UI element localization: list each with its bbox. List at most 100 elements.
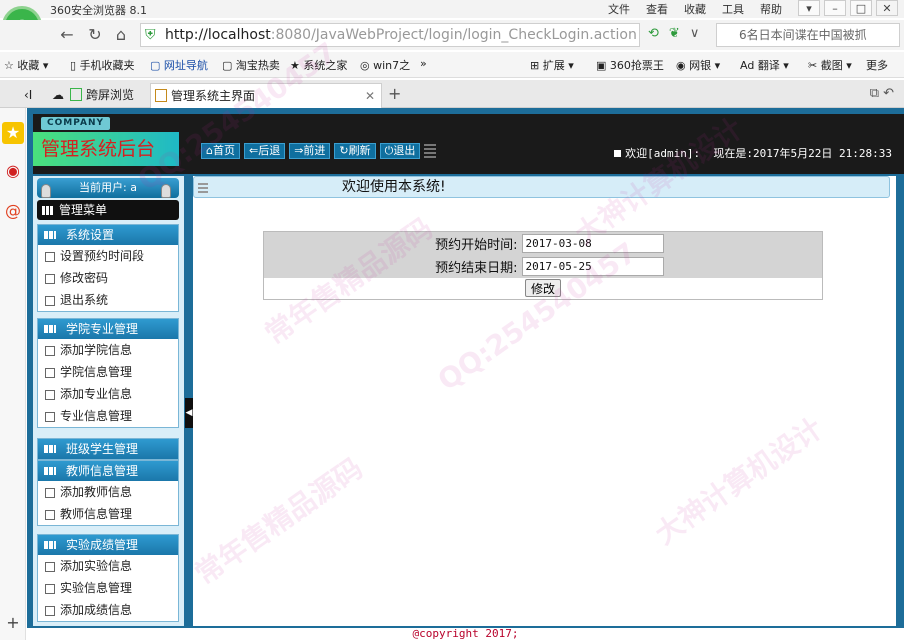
tab-restore-icon[interactable]: ⧉ ↶	[870, 86, 894, 101]
close-button[interactable]: ✕	[876, 0, 898, 16]
reservation-form: 预约开始时间: 预约结束日期: 修改	[263, 231, 823, 300]
pin-icon	[161, 184, 171, 198]
chevron-down-icon[interactable]: ∨	[690, 26, 700, 41]
phone-icon	[70, 88, 82, 101]
url-input[interactable]: ⛨ http://localhost:8080/JavaWebProject/l…	[140, 23, 640, 47]
fav-win7-item[interactable]: ◎ win7之	[360, 57, 410, 73]
menu-group-header[interactable]: 学院专业管理	[38, 319, 178, 339]
home-nav-button[interactable]: ⌂首页	[201, 143, 240, 159]
footer-copyright: @copyright 2017;	[27, 626, 904, 640]
logout-nav-button[interactable]: ⏻退出	[379, 143, 421, 159]
tab-close-icon[interactable]: ✕	[365, 84, 375, 108]
admin-page: COMPANY 管理系统后台 ⌂首页 ⇐后退 ⇒前进 ↻刷新 ⏻退出 欢迎[ad…	[27, 108, 904, 640]
reload-icon[interactable]: ↻	[84, 24, 106, 46]
menu-group-header[interactable]: 班级学生管理	[38, 439, 178, 459]
translate-label: 翻译	[757, 59, 780, 72]
start-time-input[interactable]	[521, 233, 664, 253]
back-nav-button[interactable]: ⇐后退	[243, 143, 286, 159]
welcome-banner: 欢迎使用本系统!	[193, 176, 890, 198]
menu-item-manage-college[interactable]: 学院信息管理	[38, 361, 178, 383]
forward-nav-button[interactable]: ⇒前进	[289, 143, 331, 159]
menu-group-teacher: 教师信息管理 添加教师信息 教师信息管理	[37, 460, 179, 526]
fav-mobile-item[interactable]: ▯ 手机收藏夹	[70, 57, 135, 73]
search-input-text: 6名日本间谍在中国被抓	[739, 28, 867, 42]
start-time-label: 预约开始时间:	[263, 231, 522, 255]
compat-mode-icon[interactable]: ⟲	[648, 26, 659, 41]
menu-item-manage-experiment[interactable]: 实验信息管理	[38, 577, 178, 599]
shield-icon: ⛨	[145, 27, 156, 43]
url-path: :8080/JavaWebProject/login/login_CheckLo…	[270, 27, 637, 43]
refresh-nav-button[interactable]: ↻刷新	[334, 143, 376, 159]
menu-item-logout[interactable]: 退出系统	[38, 289, 178, 311]
favorites-bar: ☆ 收藏 ▾ ▯ 手机收藏夹 ▢ 网址导航 ▢ 淘宝热卖 ★ 系统之家 ◎ wi…	[0, 52, 904, 78]
menu-group-header[interactable]: 实验成绩管理	[38, 535, 178, 555]
new-tab-button[interactable]: +	[388, 84, 401, 103]
ticket-item[interactable]: ▣ 360抢票王	[596, 57, 664, 73]
menu-group-header[interactable]: 教师信息管理	[38, 461, 178, 481]
home-icon[interactable]: ⌂	[110, 24, 132, 46]
maximize-button[interactable]: □	[850, 0, 872, 16]
home-icon: ⌂	[206, 144, 213, 157]
menu-item-manage-major[interactable]: 专业信息管理	[38, 405, 178, 427]
menu-item-add-teacher[interactable]: 添加教师信息	[38, 481, 178, 503]
add-icon[interactable]: +	[2, 612, 24, 634]
menu-help[interactable]: 帮助	[760, 1, 782, 17]
fav-xitong-label: 系统之家	[303, 59, 348, 72]
menu-group-college: 学院专业管理 添加学院信息 学院信息管理 添加专业信息 专业信息管理	[37, 318, 179, 428]
menu-tools[interactable]: 工具	[722, 1, 744, 17]
tab-main[interactable]: 管理系统主界面 ✕	[150, 83, 382, 108]
fav-xitong-item[interactable]: ★ 系统之家	[290, 57, 347, 73]
menu-favorites[interactable]: 收藏	[684, 1, 706, 17]
screenshot-label: 截图	[820, 59, 843, 72]
leaf-icon[interactable]: ❦	[669, 26, 680, 41]
fav-taobao-label: 淘宝热卖	[235, 59, 280, 72]
menu-item-add-college[interactable]: 添加学院信息	[38, 339, 178, 361]
menu-view[interactable]: 查看	[646, 1, 668, 17]
weibo-icon[interactable]: ◉	[2, 160, 24, 182]
menu-item-manage-teacher[interactable]: 教师信息管理	[38, 503, 178, 525]
sidebar-collapse-handle[interactable]: ◀	[185, 398, 193, 428]
end-date-input[interactable]	[521, 256, 664, 276]
more-item[interactable]: 更多	[866, 57, 888, 73]
search-input[interactable]: 6名日本间谍在中国被抓	[716, 23, 900, 47]
url-host: http://localhost	[165, 27, 271, 43]
extensions-label: 扩展	[542, 59, 565, 72]
welcome-status: 欢迎[admin]: 现在是:2017年5月22日 21:28:33	[614, 145, 892, 161]
page-icon	[155, 89, 167, 102]
browser-titlebar: 360安全浏览器 8.1 文件 查看 收藏 工具 帮助 ▾ – □ ✕	[0, 0, 904, 18]
logout-nav-label: 退出	[393, 144, 416, 157]
address-bar: ← ↻ ⌂ ⛨ http://localhost:8080/JavaWebPro…	[0, 20, 904, 50]
fav-more-item[interactable]: »	[420, 57, 427, 70]
menu-file[interactable]: 文件	[608, 1, 630, 17]
submit-button[interactable]: 修改	[524, 279, 561, 298]
fav-taobao-item[interactable]: ▢ 淘宝热卖	[222, 57, 280, 73]
star-icon[interactable]: ★	[2, 122, 24, 144]
menu-group-header[interactable]: 系统设置	[38, 225, 178, 245]
screenshot-item[interactable]: ✂ 截图 ▾	[808, 57, 852, 73]
welcome-text: 欢迎使用本系统!	[342, 179, 446, 195]
back-arrow-icon[interactable]: ←	[56, 24, 78, 46]
tab-sidebar-toggle[interactable]: ‹I	[4, 83, 32, 108]
menu-item-add-score[interactable]: 添加成绩信息	[38, 599, 178, 621]
menu-item-change-password[interactable]: 修改密码	[38, 267, 178, 289]
menu-item-add-major[interactable]: 添加专业信息	[38, 383, 178, 405]
bank-item[interactable]: ◉ 网银 ▾	[676, 57, 720, 73]
fav-star-item[interactable]: ☆ 收藏 ▾	[4, 57, 48, 73]
minimize-button[interactable]: –	[824, 0, 846, 16]
cloud-icon[interactable]: ☁	[32, 83, 64, 108]
forward-nav-label: 前进	[303, 144, 326, 157]
extensions-item[interactable]: ⊞ 扩展 ▾	[530, 57, 574, 73]
translate-item[interactable]: Ad 翻译 ▾	[740, 57, 789, 73]
fav-win7-label: win7之	[373, 59, 411, 72]
fav-nav-item[interactable]: ▢ 网址导航	[150, 57, 208, 73]
menu-item-add-experiment[interactable]: 添加实验信息	[38, 555, 178, 577]
mail-icon[interactable]: @	[2, 200, 24, 222]
square-icon	[614, 150, 622, 157]
restore-icon[interactable]: ▾	[798, 0, 820, 16]
fav-nav-label: 网址导航	[163, 59, 208, 72]
welcome-user: 欢迎[admin]:	[625, 147, 701, 160]
tab-cross-screen[interactable]: 跨屏浏览	[66, 83, 134, 108]
menu-item-set-time[interactable]: 设置预约时间段	[38, 245, 178, 267]
menu-group-experiment: 实验成绩管理 添加实验信息 实验信息管理 添加成绩信息	[37, 534, 179, 622]
now-label: 现在是:	[713, 147, 754, 160]
